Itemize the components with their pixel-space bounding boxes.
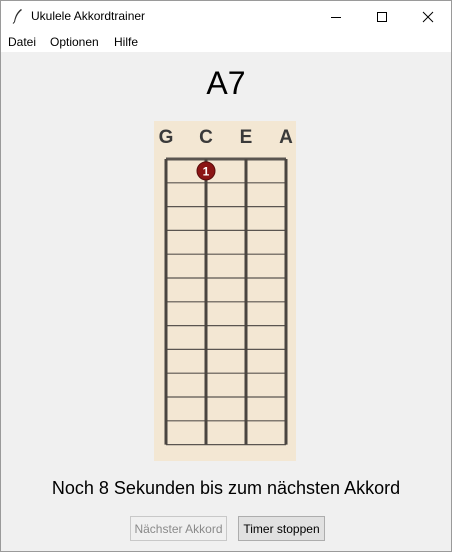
menu-bar: Datei Optionen Hilfe [1,32,451,52]
chord-name: A7 [206,65,246,101]
menu-optionen[interactable]: Optionen [50,35,99,49]
menu-hilfe[interactable]: Hilfe [114,35,138,49]
stop-timer-button[interactable]: Timer stoppen [238,516,325,541]
next-chord-button[interactable]: Nächster Akkord [130,516,227,541]
minimize-icon [331,16,341,18]
finger-number: 1 [203,164,210,178]
app-window: Ukulele Akkordtrainer Datei Optionen Hil… [0,0,452,552]
chord-diagram: G C E A 1 [154,121,296,461]
close-icon [422,11,434,22]
window-title: Ukulele Akkordtrainer [31,9,146,23]
string-label-g: G [159,127,174,148]
maximize-icon [377,11,387,22]
title-bar[interactable]: Ukulele Akkordtrainer [1,1,451,32]
string-label-a: A [279,127,293,148]
minimize-button[interactable] [313,1,359,32]
feather-icon [10,8,26,24]
string-label-e: E [240,127,253,148]
string-label-c: C [199,127,213,148]
menu-datei[interactable]: Datei [8,35,36,49]
close-button[interactable] [405,1,451,32]
maximize-button[interactable] [359,1,405,32]
countdown-status: Noch 8 Sekunden bis zum nächsten Akkord [51,478,401,498]
fretboard-background [154,121,296,461]
